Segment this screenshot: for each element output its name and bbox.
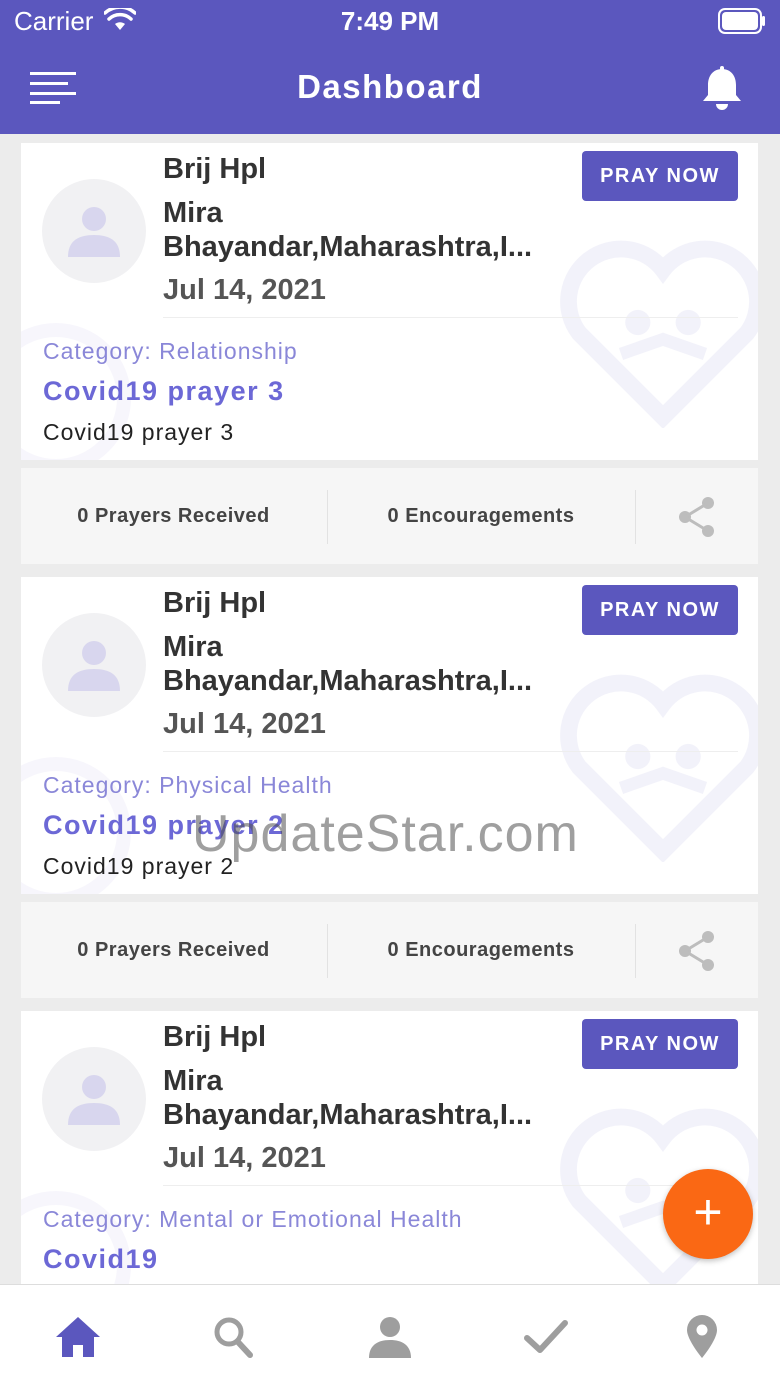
prayer-card-footer: 0 Prayers Received 0 Encouragements xyxy=(21,902,758,998)
avatar[interactable] xyxy=(42,1047,146,1151)
clock: 7:49 PM xyxy=(340,6,440,36)
divider xyxy=(163,751,738,752)
location-pin-icon xyxy=(687,1315,717,1358)
home-icon xyxy=(56,1317,100,1357)
poster-name: Brij Hpl xyxy=(163,1021,267,1053)
prayer-card-body[interactable]: Brij Hpl Mira Bhayandar,Maharashtra,I...… xyxy=(21,577,758,894)
encouragements-count[interactable]: 0 Encouragements xyxy=(328,902,634,998)
tab-home[interactable] xyxy=(0,1285,156,1387)
divider xyxy=(163,1185,738,1186)
category-value: Relationship xyxy=(159,338,298,364)
post-date: Jul 14, 2021 xyxy=(163,274,326,306)
user-avatar-icon xyxy=(68,207,120,257)
encouragements-count[interactable]: 0 Encouragements xyxy=(328,468,634,564)
category-value: Physical Health xyxy=(159,772,333,798)
battery-icon xyxy=(718,8,766,34)
heart-watermark-icon xyxy=(560,674,758,862)
prayers-received-count[interactable]: 0 Prayers Received xyxy=(21,902,326,998)
prayer-card-footer: 0 Prayers Received 0 Encouragements xyxy=(21,468,758,564)
avatar[interactable] xyxy=(42,613,146,717)
page-title: Dashboard xyxy=(297,68,483,105)
category-value: Mental or Emotional Health xyxy=(159,1206,463,1232)
post-category: Category: Physical Health xyxy=(43,772,333,799)
heart-watermark-icon xyxy=(560,240,758,428)
search-icon xyxy=(214,1317,253,1358)
user-avatar-icon xyxy=(68,1075,120,1125)
share-button[interactable] xyxy=(636,468,758,564)
post-title: Covid19 prayer 2 xyxy=(43,810,285,840)
plus-icon: + xyxy=(693,1184,723,1240)
poster-name: Brij Hpl xyxy=(163,587,267,619)
poster-location: Mira Bhayandar,Maharashtra,I... xyxy=(163,631,533,697)
avatar[interactable] xyxy=(42,179,146,283)
divider xyxy=(163,317,738,318)
post-body: Covid19 prayer 3 xyxy=(43,419,235,445)
add-prayer-button[interactable]: + xyxy=(663,1169,753,1259)
app-bar: Dashboard xyxy=(0,42,780,134)
pray-now-button[interactable]: PRAY NOW xyxy=(582,585,738,635)
bell-icon xyxy=(700,66,744,116)
post-body: Covid19 prayer 2 xyxy=(43,853,235,879)
prayer-card-body[interactable]: Brij Hpl Mira Bhayandar,Maharashtra,I...… xyxy=(21,1011,758,1284)
post-title: Covid19 xyxy=(43,1244,159,1274)
check-icon xyxy=(524,1320,568,1353)
post-date: Jul 14, 2021 xyxy=(163,708,326,740)
bottom-tab-bar xyxy=(0,1284,780,1387)
post-category: Category: Relationship xyxy=(43,338,298,365)
notifications-button[interactable] xyxy=(700,66,744,112)
prayer-feed[interactable]: Brij Hpl Mira Bhayandar,Maharashtra,I...… xyxy=(0,134,780,1284)
poster-name: Brij Hpl xyxy=(163,153,267,185)
poster-location: Mira Bhayandar,Maharashtra,I... xyxy=(163,197,533,263)
post-category: Category: Mental or Emotional Health xyxy=(43,1206,463,1233)
post-title: Covid19 prayer 3 xyxy=(43,376,285,406)
category-label: Category: xyxy=(43,338,152,364)
pray-now-button[interactable]: PRAY NOW xyxy=(582,1019,738,1069)
post-date: Jul 14, 2021 xyxy=(163,1142,326,1174)
status-bar: Carrier 7:49 PM xyxy=(0,0,780,42)
category-label: Category: xyxy=(43,772,152,798)
category-label: Category: xyxy=(43,1206,152,1232)
user-avatar-icon xyxy=(68,641,120,691)
tab-location[interactable] xyxy=(624,1285,780,1387)
tab-search[interactable] xyxy=(156,1285,312,1387)
poster-location: Mira Bhayandar,Maharashtra,I... xyxy=(163,1065,533,1131)
share-button[interactable] xyxy=(636,902,758,998)
profile-icon xyxy=(369,1317,411,1358)
tab-profile[interactable] xyxy=(312,1285,468,1387)
share-icon xyxy=(679,931,714,971)
tab-check[interactable] xyxy=(468,1285,624,1387)
prayer-card-body[interactable]: Brij Hpl Mira Bhayandar,Maharashtra,I...… xyxy=(21,143,758,460)
pray-now-button[interactable]: PRAY NOW xyxy=(582,151,738,201)
share-icon xyxy=(679,497,714,537)
prayers-received-count[interactable]: 0 Prayers Received xyxy=(21,468,326,564)
